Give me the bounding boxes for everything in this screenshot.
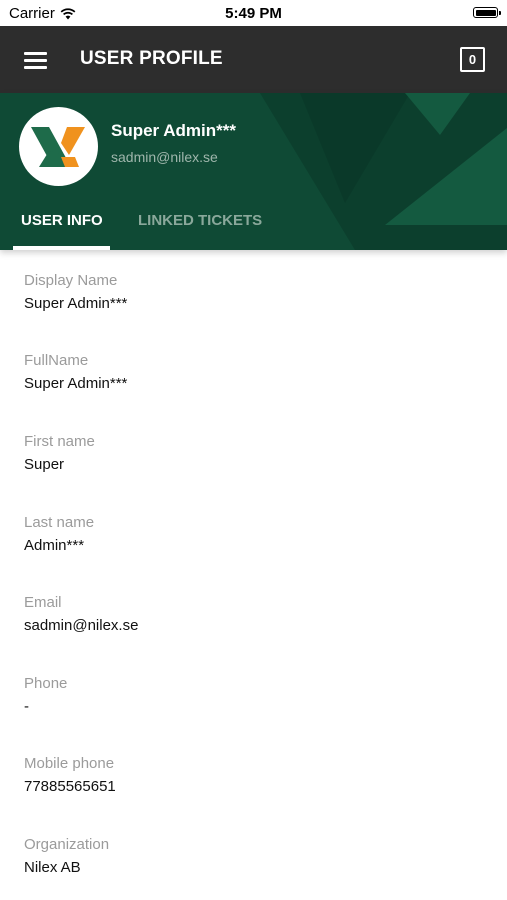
company-logo-icon	[31, 127, 85, 167]
user-name: Super Admin***	[111, 121, 237, 140]
field-value: Admin***	[24, 537, 85, 554]
field-label: Last name	[24, 514, 95, 531]
field-value: Super Admin***	[24, 375, 128, 392]
field-first-name: First name Super	[24, 433, 95, 473]
field-value: Super Admin***	[24, 295, 128, 312]
user-email: sadmin@nilex.se	[111, 149, 218, 165]
field-full-name: FullName Super Admin***	[24, 352, 127, 392]
page-title: USER PROFILE	[80, 48, 223, 69]
field-value: -	[24, 698, 29, 715]
notification-count-badge[interactable]: 0	[460, 47, 485, 72]
field-mobile-phone: Mobile phone 77885565651	[24, 755, 116, 795]
active-tab-indicator	[13, 246, 110, 250]
field-phone: Phone -	[24, 675, 67, 715]
tab-user-info[interactable]: USER INFO	[21, 212, 103, 229]
field-value: sadmin@nilex.se	[24, 617, 139, 634]
avatar	[19, 107, 98, 186]
field-label: Display Name	[24, 272, 118, 289]
field-label: Organization	[24, 836, 110, 853]
field-label: Email	[24, 594, 62, 611]
hamburger-menu-icon[interactable]	[24, 52, 47, 69]
app-bar: USER PROFILE 0	[0, 26, 507, 93]
field-value: Nilex AB	[24, 859, 81, 876]
field-label: Phone	[24, 675, 68, 692]
field-last-name: Last name Admin***	[24, 514, 94, 554]
field-display-name: Display Name Super Admin***	[24, 272, 127, 312]
field-value: 77885565651	[24, 778, 116, 795]
field-label: FullName	[24, 352, 89, 369]
battery-icon	[473, 7, 501, 18]
status-time: 5:49 PM	[225, 5, 282, 22]
tab-linked-tickets[interactable]: LINKED TICKETS	[138, 212, 262, 229]
field-label: Mobile phone	[24, 755, 115, 772]
field-email: Email sadmin@nilex.se	[24, 594, 138, 634]
field-organization: Organization Nilex AB	[24, 836, 109, 876]
status-bar: Carrier 5:49 PM	[0, 0, 507, 26]
field-label: First name	[24, 433, 95, 450]
field-value: Super	[24, 456, 65, 473]
profile-header: Super Admin*** sadmin@nilex.se USER INFO…	[0, 93, 507, 250]
